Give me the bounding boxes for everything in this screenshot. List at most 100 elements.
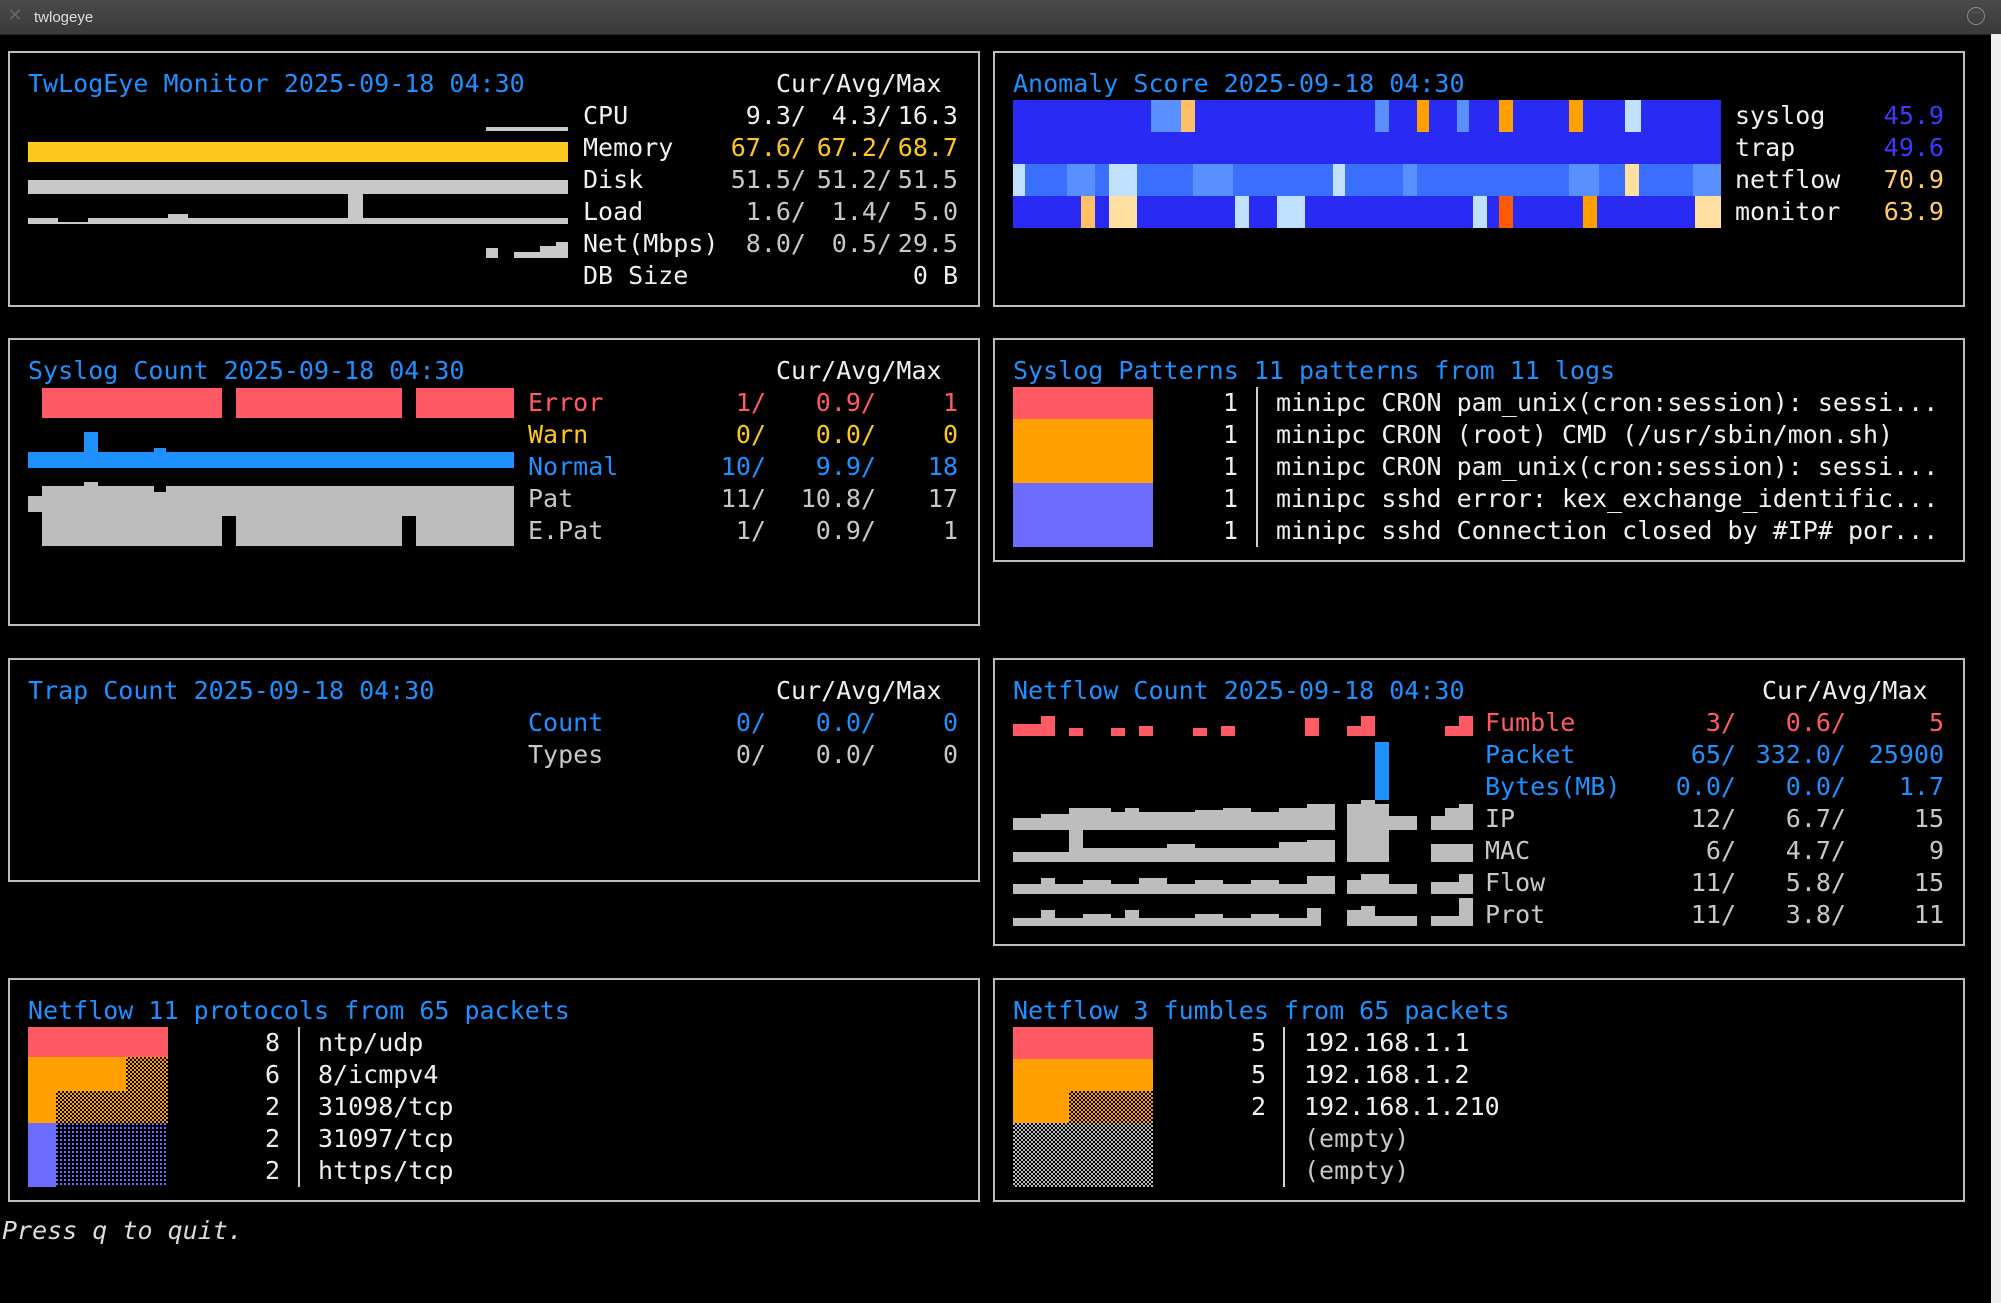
window-titlebar: ✕ twlogeye ··· (0, 0, 2001, 35)
syslog-epat-label: E.Pat (528, 516, 604, 545)
netflow-fumble-label: Fumble (1485, 708, 1576, 737)
disk-cur: 51.5/ (730, 165, 806, 194)
syslog-normal-max: 18 (927, 452, 958, 481)
netflow-prot-max: 11 (1913, 900, 1944, 929)
netflow-ip-avg: 6.7/ (1785, 804, 1846, 833)
netflow-fumble-avg: 0.6/ (1785, 708, 1846, 737)
syslog-epat-cur: 1/ (735, 516, 766, 545)
netflow-mac-max: 9 (1928, 836, 1944, 865)
cpu-label: CPU (583, 101, 629, 130)
protocol-count: 6 (264, 1060, 280, 1089)
trap-types-cur: 0/ (735, 740, 766, 769)
disk-bar (28, 180, 568, 194)
anomaly-monitor-label: monitor (1735, 197, 1841, 226)
anomaly-monitor-value: 63.9 (1883, 197, 1944, 226)
protocol-name: 31098/tcp (318, 1092, 454, 1121)
trap-count-label: Count (528, 708, 604, 737)
fumble-count: 2 (1250, 1092, 1266, 1121)
dbsize-label: DB Size (583, 261, 689, 290)
trap-types-label: Types (528, 740, 604, 769)
trap-types-max: 0 (942, 740, 958, 769)
pattern-count: 1 (1222, 388, 1238, 417)
syslog-error-label: Error (528, 388, 604, 417)
netflow-prot-avg: 3.8/ (1785, 900, 1846, 929)
trap-count-header: Cur/Avg/Max (776, 676, 942, 705)
pattern-count: 1 (1222, 516, 1238, 545)
load-label: Load (583, 197, 644, 226)
pattern-text: minipc CRON (root) CMD (/usr/sbin/mon.sh… (1276, 420, 1894, 449)
disk-label: Disk (583, 165, 644, 194)
cpu-sparkline (486, 127, 568, 131)
syslog-count-title: Syslog Count 2025-09-18 04:30 (28, 356, 465, 385)
syslog-error-avg: 0.9/ (815, 388, 876, 417)
protocol-name: ntp/udp (318, 1028, 424, 1057)
syslog-patterns-title: Syslog Patterns 11 patterns from 11 logs (1013, 356, 1616, 385)
patterns-divider (1256, 387, 1258, 547)
anomaly-heatmap (1013, 100, 1721, 228)
pattern-color-bar-1 (1013, 387, 1153, 419)
anomaly-syslog-value: 45.9 (1883, 101, 1944, 130)
pattern-text: minipc CRON pam_unix(cron:session): sess… (1276, 388, 1939, 417)
syslog-normal-cur: 10/ (720, 452, 766, 481)
netflow-count-title: Netflow Count 2025-09-18 04:30 (1013, 676, 1465, 705)
netflow-flow-label: Flow (1485, 868, 1546, 897)
net-cur: 8.0/ (745, 229, 806, 258)
fumbles-divider (1283, 1027, 1285, 1187)
memory-label: Memory (583, 133, 674, 162)
fumbles-treemap (1013, 1027, 1153, 1187)
memory-max: 68.7 (897, 133, 958, 162)
protocol-count: 2 (264, 1156, 280, 1185)
memory-cur: 67.6/ (730, 133, 806, 162)
fumble-ip: 192.168.1.1 (1304, 1028, 1470, 1057)
netflow-bytes-avg: 0.0/ (1785, 772, 1846, 801)
protocols-treemap (28, 1027, 168, 1187)
netflow-count-header: Cur/Avg/Max (1762, 676, 1928, 705)
syslog-pat-max: 17 (927, 484, 958, 513)
syslog-count-header: Cur/Avg/Max (776, 356, 942, 385)
syslog-error-cur: 1/ (735, 388, 766, 417)
memory-bar (28, 142, 568, 162)
netflow-count-chart (1013, 716, 1473, 926)
netflow-ip-cur: 12/ (1690, 804, 1736, 833)
netflow-flow-max: 15 (1913, 868, 1944, 897)
protocol-name: 8/icmpv4 (318, 1060, 439, 1089)
netflow-flow-avg: 5.8/ (1785, 868, 1846, 897)
close-icon[interactable]: ✕ (6, 6, 24, 24)
anomaly-netflow-label: netflow (1735, 165, 1841, 194)
netflow-protocols-title: Netflow 11 protocols from 65 packets (28, 996, 570, 1025)
pattern-count: 1 (1222, 420, 1238, 449)
syslog-normal-label: Normal (528, 452, 619, 481)
anomaly-syslog-label: syslog (1735, 101, 1826, 130)
scrollbar-track[interactable] (1991, 34, 2001, 1303)
syslog-epat-max: 1 (942, 516, 958, 545)
net-max: 29.5 (897, 229, 958, 258)
dbsize-max: 0 B (912, 261, 958, 290)
netflow-prot-cur: 11/ (1690, 900, 1736, 929)
load-max: 5.0 (912, 197, 958, 226)
netflow-packet-cur: 65/ (1690, 740, 1736, 769)
more-options-icon[interactable]: ··· (1967, 7, 1985, 25)
netflow-fumbles-title: Netflow 3 fumbles from 65 packets (1013, 996, 1510, 1025)
netflow-packet-label: Packet (1485, 740, 1576, 769)
fumble-ip: 192.168.1.2 (1304, 1060, 1470, 1089)
load-sparkline (28, 194, 568, 224)
pattern-color-bar-2 (1013, 419, 1153, 483)
netflow-bytes-label: Bytes(MB) (1485, 772, 1621, 801)
netflow-fumble-max: 5 (1928, 708, 1944, 737)
protocol-count: 2 (264, 1092, 280, 1121)
cpu-max: 16.3 (897, 101, 958, 130)
quit-hint: Press q to quit. (2, 1216, 243, 1245)
netflow-flow-cur: 11/ (1690, 868, 1736, 897)
netflow-mac-label: MAC (1485, 836, 1531, 865)
trap-count-max: 0 (942, 708, 958, 737)
fumble-count: 5 (1250, 1060, 1266, 1089)
syslog-pat-label: Pat (528, 484, 574, 513)
netflow-ip-label: IP (1485, 804, 1516, 833)
trap-types-avg: 0.0/ (815, 740, 876, 769)
monitor-title: TwLogEye Monitor 2025-09-18 04:30 (28, 69, 525, 98)
anomaly-trap-label: trap (1735, 133, 1796, 162)
pattern-count: 1 (1222, 452, 1238, 481)
anomaly-title: Anomaly Score 2025-09-18 04:30 (1013, 69, 1465, 98)
pattern-text: minipc sshd Connection closed by #IP# po… (1276, 516, 1939, 545)
disk-max: 51.5 (897, 165, 958, 194)
